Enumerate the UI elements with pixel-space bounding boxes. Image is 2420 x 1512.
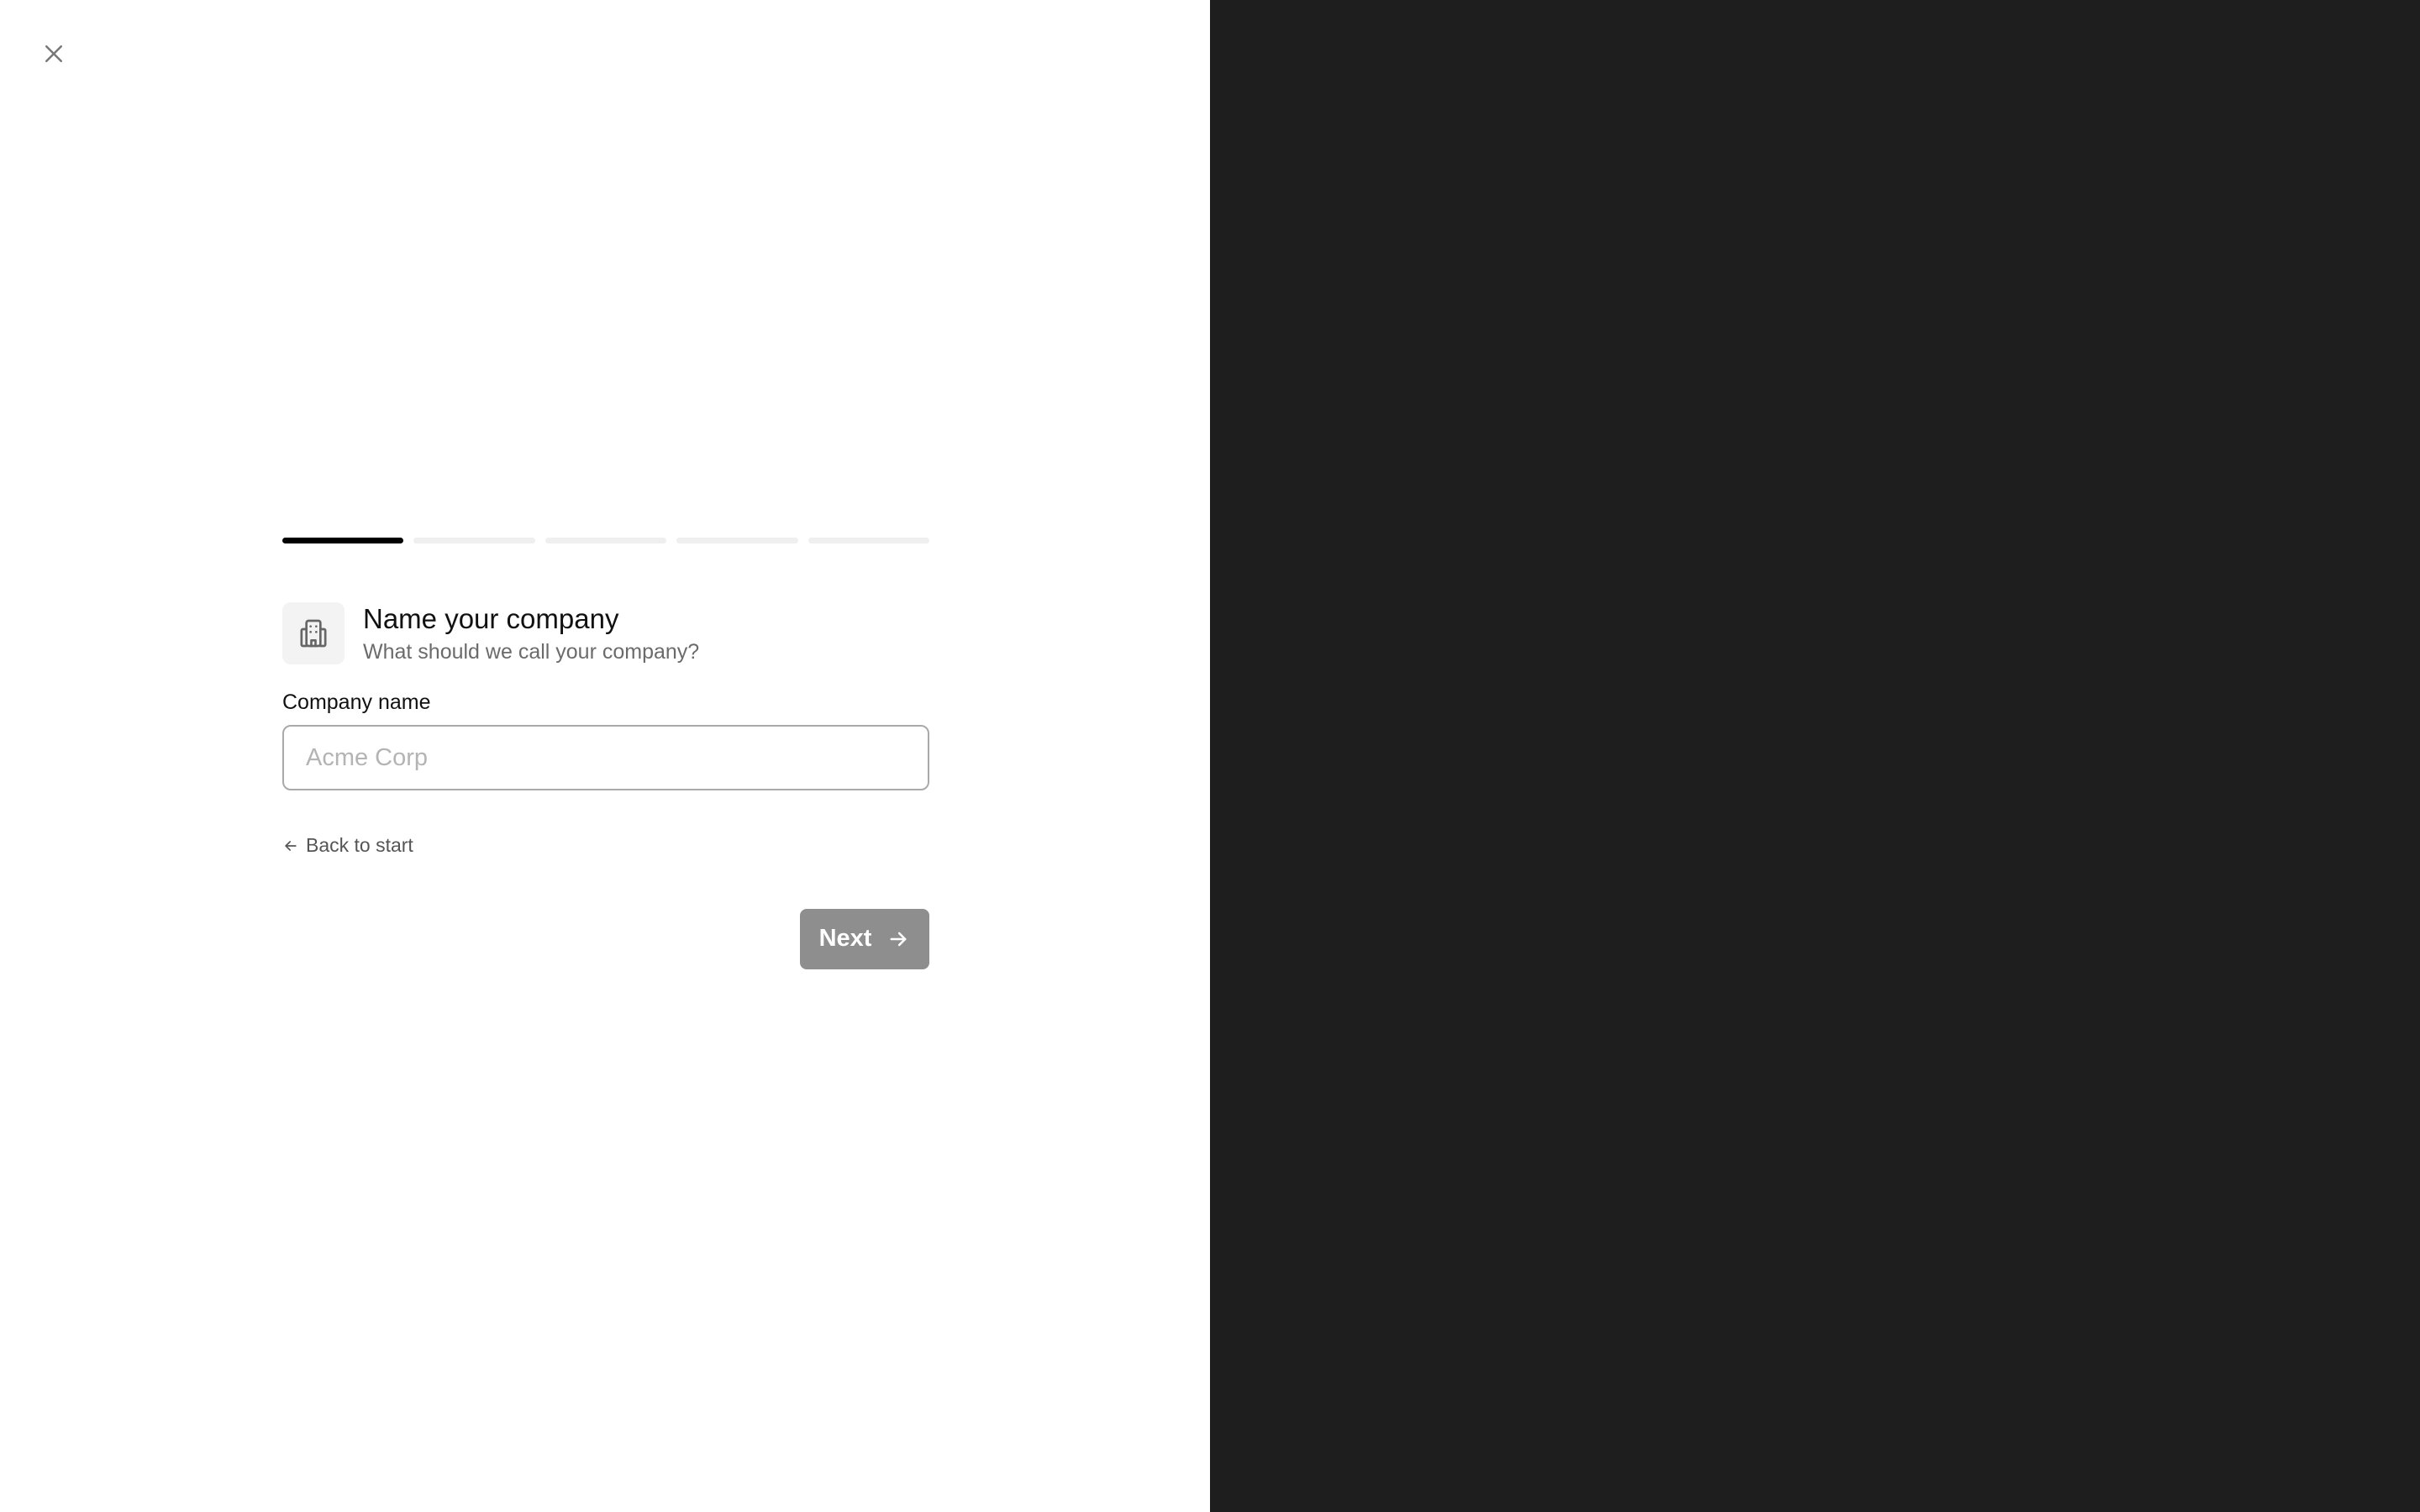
arrow-right-icon	[890, 932, 907, 946]
progress-segment-3	[544, 538, 667, 543]
form-panel: Name your company What should we call yo…	[0, 0, 1210, 1512]
progress-segment-1	[282, 538, 404, 543]
company-name-input[interactable]	[282, 725, 929, 790]
progress-segment-2	[413, 538, 535, 543]
progress-segment-4	[676, 538, 798, 543]
back-to-start-link[interactable]: Back to start	[282, 834, 413, 857]
arrow-left-icon	[285, 840, 297, 851]
form-actions: Next	[282, 908, 929, 969]
page-title: Name your company	[363, 603, 619, 634]
step-header-text: Name your company What should we call yo…	[363, 601, 699, 666]
preview-panel	[1210, 0, 2420, 1512]
step-header: Name your company What should we call yo…	[282, 602, 929, 666]
progress-segment-5	[808, 538, 930, 543]
close-button[interactable]	[34, 34, 74, 74]
onboarding-screen: Name your company What should we call yo…	[0, 0, 2420, 1512]
step-progress-bar	[282, 538, 930, 543]
next-button[interactable]: Next	[800, 908, 929, 969]
company-step-form: Name your company What should we call yo…	[282, 538, 930, 969]
company-name-label: Company name	[282, 690, 431, 714]
back-to-start-label: Back to start	[306, 834, 413, 856]
page-subtitle: What should we call your company?	[363, 640, 700, 664]
close-icon	[45, 45, 62, 62]
building-icon	[300, 619, 327, 648]
step-icon-box	[282, 602, 345, 664]
next-button-label: Next	[818, 925, 872, 952]
